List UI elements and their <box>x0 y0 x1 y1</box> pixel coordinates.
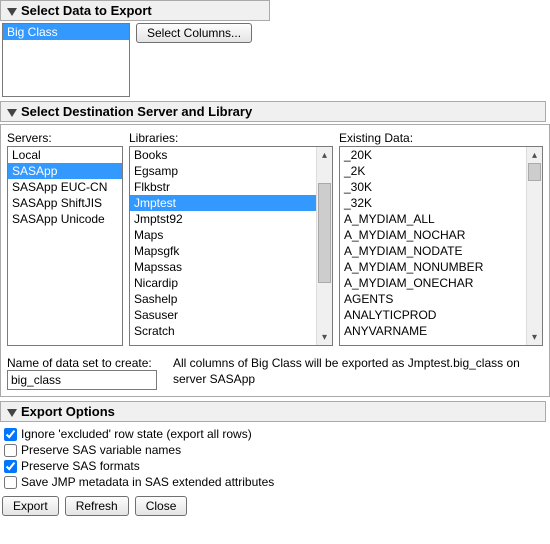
data-to-export-list[interactable]: Big Class <box>2 23 130 97</box>
checkbox[interactable] <box>4 460 17 473</box>
export-options-header[interactable]: Export Options <box>0 401 546 422</box>
close-button[interactable]: Close <box>135 496 188 516</box>
list-item[interactable]: _2K <box>340 163 542 179</box>
dataset-name-label: Name of data set to create: <box>7 356 157 370</box>
select-data-panel: Select Data to Export Big Class Select C… <box>0 0 550 97</box>
scrollbar[interactable]: ▴ ▾ <box>526 147 542 345</box>
list-item[interactable]: Egsamp <box>130 163 332 179</box>
list-item[interactable]: Jmptest <box>130 195 332 211</box>
scroll-up-icon[interactable]: ▴ <box>317 147 332 163</box>
list-item[interactable]: Big Class <box>3 24 129 40</box>
servers-list[interactable]: LocalSASAppSASApp EUC-CNSASApp ShiftJISS… <box>7 146 123 346</box>
scroll-up-icon[interactable]: ▴ <box>527 147 542 163</box>
export-button[interactable]: Export <box>2 496 59 516</box>
option-label: Preserve SAS formats <box>21 459 140 473</box>
list-item[interactable]: SASApp ShiftJIS <box>8 195 122 211</box>
checkbox[interactable] <box>4 476 17 489</box>
list-item[interactable]: A_MYDIAM_ALL <box>340 211 542 227</box>
list-item[interactable]: Jmptst92 <box>130 211 332 227</box>
list-item[interactable]: Mapssas <box>130 259 332 275</box>
select-destination-header[interactable]: Select Destination Server and Library <box>0 101 546 122</box>
dataset-name-input[interactable] <box>7 370 157 390</box>
option-label: Ignore 'excluded' row state (export all … <box>21 427 252 441</box>
select-columns-button[interactable]: Select Columns... <box>136 23 252 43</box>
refresh-button[interactable]: Refresh <box>65 496 129 516</box>
list-item[interactable]: Nicardip <box>130 275 332 291</box>
export-option[interactable]: Preserve SAS formats <box>4 458 546 474</box>
select-data-header[interactable]: Select Data to Export <box>0 0 270 21</box>
list-item[interactable]: SASApp EUC-CN <box>8 179 122 195</box>
list-item[interactable]: Mapsgfk <box>130 243 332 259</box>
list-item[interactable]: Books <box>130 147 332 163</box>
list-item[interactable]: SASApp Unicode <box>8 211 122 227</box>
export-option[interactable]: Save JMP metadata in SAS extended attrib… <box>4 474 546 490</box>
list-item[interactable]: AGENTS <box>340 291 542 307</box>
libraries-list[interactable]: BooksEgsampFlkbstrJmptestJmptst92MapsMap… <box>129 146 333 346</box>
scroll-thumb[interactable] <box>318 183 331 283</box>
list-item[interactable]: _20K <box>340 147 542 163</box>
scroll-down-icon[interactable]: ▾ <box>317 329 332 345</box>
footer-buttons: Export Refresh Close <box>0 496 550 516</box>
list-item[interactable]: A_MYDIAM_NONUMBER <box>340 259 542 275</box>
list-item[interactable]: Scratch <box>130 323 332 339</box>
list-item[interactable]: A_MYDIAM_ONECHAR <box>340 275 542 291</box>
scroll-thumb[interactable] <box>528 163 541 181</box>
export-options-title: Export Options <box>21 404 115 419</box>
existing-data-list[interactable]: _20K_2K_30K_32KA_MYDIAM_ALLA_MYDIAM_NOCH… <box>339 146 543 346</box>
list-item[interactable]: ANYVARNAME <box>340 323 542 339</box>
select-destination-panel: Select Destination Server and Library Se… <box>0 101 550 397</box>
select-destination-body: Servers: LocalSASAppSASApp EUC-CNSASApp … <box>0 124 550 397</box>
export-summary-text: All columns of Big Class will be exporte… <box>163 356 543 387</box>
option-label: Save JMP metadata in SAS extended attrib… <box>21 475 274 489</box>
list-item[interactable]: ANALYTICPROD <box>340 307 542 323</box>
list-item[interactable]: Sasuser <box>130 307 332 323</box>
export-option[interactable]: Preserve SAS variable names <box>4 442 546 458</box>
option-label: Preserve SAS variable names <box>21 443 181 457</box>
servers-label: Servers: <box>7 131 123 145</box>
list-item[interactable]: _32K <box>340 195 542 211</box>
list-item[interactable]: Local <box>8 147 122 163</box>
scrollbar[interactable]: ▴ ▾ <box>316 147 332 345</box>
disclosure-icon[interactable] <box>7 409 17 417</box>
list-item[interactable]: Maps <box>130 227 332 243</box>
existing-data-label: Existing Data: <box>339 131 543 145</box>
select-destination-title: Select Destination Server and Library <box>21 104 252 119</box>
checkbox[interactable] <box>4 444 17 457</box>
export-option[interactable]: Ignore 'excluded' row state (export all … <box>4 426 546 442</box>
export-options-panel: Export Options Ignore 'excluded' row sta… <box>0 401 550 492</box>
select-data-title: Select Data to Export <box>21 3 152 18</box>
list-item[interactable]: A_MYDIAM_NOCHAR <box>340 227 542 243</box>
export-options-body: Ignore 'excluded' row state (export all … <box>0 424 550 492</box>
list-item[interactable]: Flkbstr <box>130 179 332 195</box>
list-item[interactable]: SASApp <box>8 163 122 179</box>
scroll-down-icon[interactable]: ▾ <box>527 329 542 345</box>
checkbox[interactable] <box>4 428 17 441</box>
libraries-label: Libraries: <box>129 131 333 145</box>
list-item[interactable]: _30K <box>340 179 542 195</box>
disclosure-icon[interactable] <box>7 8 17 16</box>
disclosure-icon[interactable] <box>7 109 17 117</box>
list-item[interactable]: Sashelp <box>130 291 332 307</box>
list-item[interactable]: A_MYDIAM_NODATE <box>340 243 542 259</box>
